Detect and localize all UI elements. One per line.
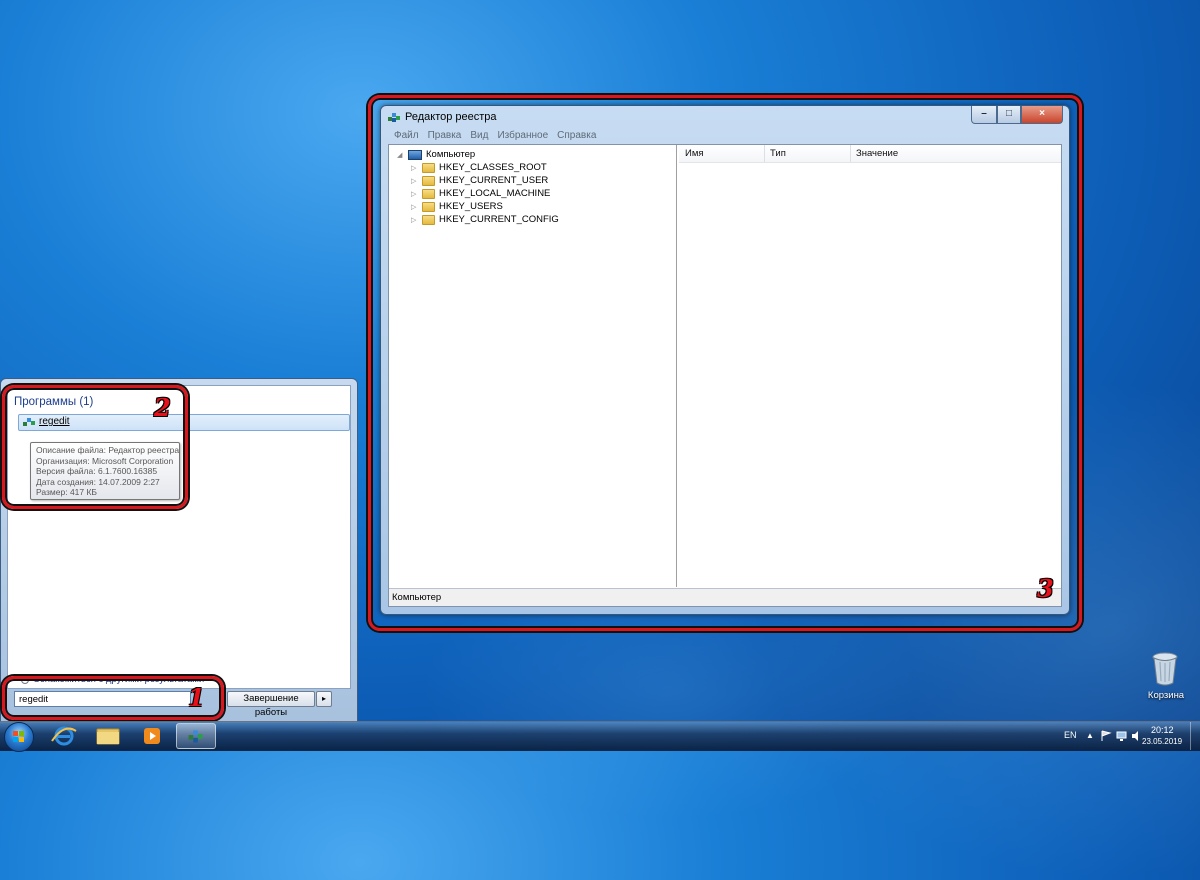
annotation-number-3: 3 bbox=[1037, 574, 1054, 603]
show-desktop-button[interactable] bbox=[1190, 722, 1200, 750]
action-center-flag-icon[interactable] bbox=[1100, 730, 1112, 742]
recycle-bin-icon[interactable] bbox=[1151, 652, 1179, 686]
clock-time[interactable]: 20:12 bbox=[1151, 725, 1174, 735]
folder-icon bbox=[96, 728, 120, 745]
recycle-bin-label[interactable]: Корзина bbox=[1140, 690, 1192, 701]
taskbar-media-player[interactable] bbox=[132, 723, 172, 749]
start-orb-button[interactable] bbox=[4, 722, 34, 752]
shutdown-button[interactable]: Завершение работы bbox=[227, 691, 315, 718]
annotation-frame-3 bbox=[368, 95, 1082, 631]
regedit-app-icon bbox=[188, 730, 203, 743]
network-icon[interactable] bbox=[1116, 730, 1128, 742]
shutdown-options-arrow[interactable]: ▸ bbox=[316, 691, 332, 707]
media-player-icon bbox=[144, 728, 160, 744]
taskbar-explorer[interactable] bbox=[88, 723, 128, 749]
language-indicator[interactable]: EN bbox=[1064, 730, 1077, 740]
internet-explorer-icon bbox=[51, 726, 77, 746]
taskbar-internet-explorer[interactable] bbox=[44, 723, 84, 749]
annotation-number-1: 1 bbox=[188, 683, 205, 712]
taskbar-regedit[interactable] bbox=[176, 723, 216, 749]
windows-logo-icon bbox=[13, 731, 24, 742]
annotation-number-2: 2 bbox=[154, 393, 171, 422]
clock-date[interactable]: 23.05.2019 bbox=[1142, 737, 1182, 746]
show-hidden-icons-arrow[interactable]: ▲ bbox=[1086, 731, 1094, 740]
